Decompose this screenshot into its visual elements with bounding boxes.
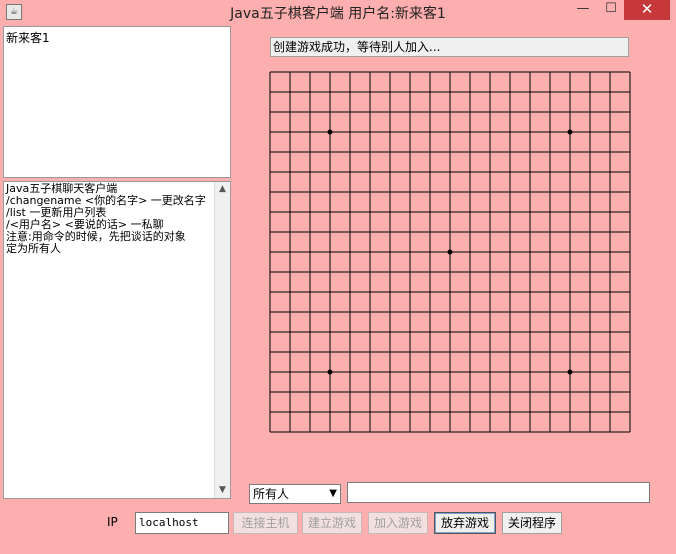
chat-log[interactable]: Java五子棋聊天客户端 /changename <你的名字> 一更改名字 /l…: [3, 181, 231, 499]
user-list[interactable]: 新来客1: [3, 26, 231, 178]
board-star-point: [447, 249, 453, 255]
scroll-up-arrow-icon[interactable]: ▲: [215, 182, 230, 197]
scroll-down-arrow-icon[interactable]: ▼: [215, 483, 230, 498]
close-button[interactable]: ✕: [624, 0, 670, 20]
user-list-item[interactable]: 新来客1: [4, 27, 230, 48]
board-star-point: [327, 369, 333, 375]
board-star-point: [567, 369, 573, 375]
title-bar: ☕ Java五子棋客户端 用户名:新来客1 — ☐ ✕: [0, 0, 676, 24]
chat-scrollbar[interactable]: ▲ ▼: [214, 182, 230, 498]
ip-input[interactable]: localhost: [135, 512, 229, 534]
board-star-point: [327, 129, 333, 135]
minimize-button[interactable]: —: [570, 0, 596, 20]
connect-host-button[interactable]: 连接主机: [233, 512, 298, 534]
give-up-game-button[interactable]: 放弃游戏: [434, 512, 496, 534]
chat-target-value: 所有人: [253, 487, 290, 501]
chat-message-input[interactable]: [347, 482, 650, 503]
game-status: 创建游戏成功，等待别人加入...: [270, 37, 629, 57]
chevron-down-icon[interactable]: ▼: [329, 485, 337, 503]
chat-target-select[interactable]: 所有人 ▼: [249, 484, 341, 504]
chat-log-text: Java五子棋聊天客户端 /changename <你的名字> 一更改名字 /l…: [6, 182, 206, 255]
ip-label: IP: [107, 515, 118, 529]
gomoku-board[interactable]: [269, 71, 631, 433]
quit-program-button[interactable]: 关闭程序: [502, 512, 562, 534]
join-game-button[interactable]: 加入游戏: [368, 512, 428, 534]
board-star-point: [567, 129, 573, 135]
maximize-button[interactable]: ☐: [598, 0, 624, 20]
create-game-button[interactable]: 建立游戏: [302, 512, 362, 534]
